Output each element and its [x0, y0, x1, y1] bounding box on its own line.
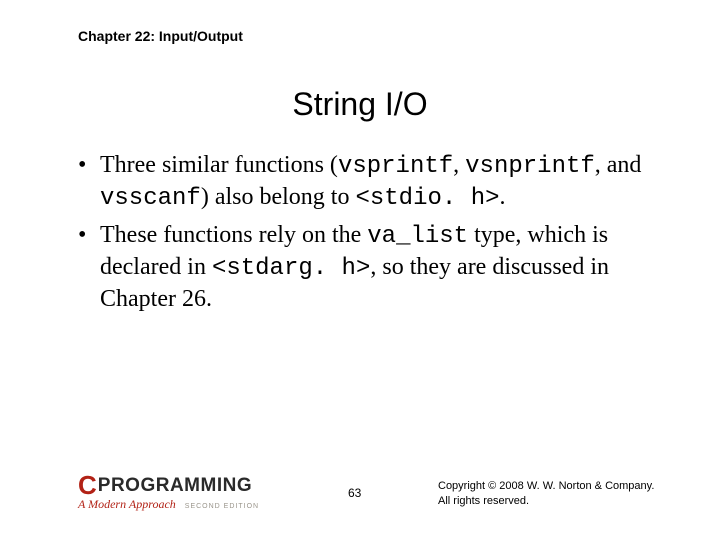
bullet-dot: • — [78, 150, 100, 214]
bullet-text: Three similar functions (vsprintf, vsnpr… — [100, 150, 660, 214]
code-fragment: va_list — [367, 223, 468, 250]
text-fragment: , — [453, 152, 465, 178]
logo-subtitle: A Modern Approach SECOND EDITION — [78, 497, 259, 512]
text-fragment: , and — [595, 152, 642, 178]
logo-title: CPROGRAMMING — [78, 472, 259, 498]
text-fragment: These functions rely on the — [100, 222, 367, 248]
logo-edition: SECOND EDITION — [185, 503, 259, 510]
text-fragment: ) also belong to — [201, 184, 356, 210]
bullet-text: These functions rely on the va_list type… — [100, 220, 660, 316]
content-area: • Three similar functions (vsprintf, vsn… — [78, 150, 660, 322]
bullet-item: • These functions rely on the va_list ty… — [78, 220, 660, 316]
logo-c-letter: C — [78, 472, 96, 498]
logo-subtitle-text: A Modern Approach — [78, 497, 176, 511]
code-fragment: vsprintf — [338, 153, 453, 180]
bullet-dot: • — [78, 220, 100, 316]
footer: CPROGRAMMING A Modern Approach SECOND ED… — [78, 462, 680, 512]
chapter-label: Chapter 22: Input/Output — [78, 28, 243, 44]
bullet-item: • Three similar functions (vsprintf, vsn… — [78, 150, 660, 214]
page-number: 63 — [348, 486, 361, 500]
copyright: Copyright © 2008 W. W. Norton & Company.… — [438, 479, 654, 508]
code-fragment: <stdio. h> — [355, 185, 499, 212]
copyright-line-2: All rights reserved. — [438, 494, 654, 508]
code-fragment: <stdarg. h> — [212, 255, 370, 282]
book-logo: CPROGRAMMING A Modern Approach SECOND ED… — [78, 472, 259, 512]
logo-word: PROGRAMMING — [98, 476, 252, 495]
text-fragment: . — [500, 184, 506, 210]
code-fragment: vsscanf — [100, 185, 201, 212]
slide: Chapter 22: Input/Output String I/O • Th… — [0, 0, 720, 540]
copyright-line-1: Copyright © 2008 W. W. Norton & Company. — [438, 479, 654, 493]
code-fragment: vsnprintf — [465, 153, 595, 180]
text-fragment: Three similar functions ( — [100, 152, 338, 178]
slide-title: String I/O — [0, 86, 720, 123]
